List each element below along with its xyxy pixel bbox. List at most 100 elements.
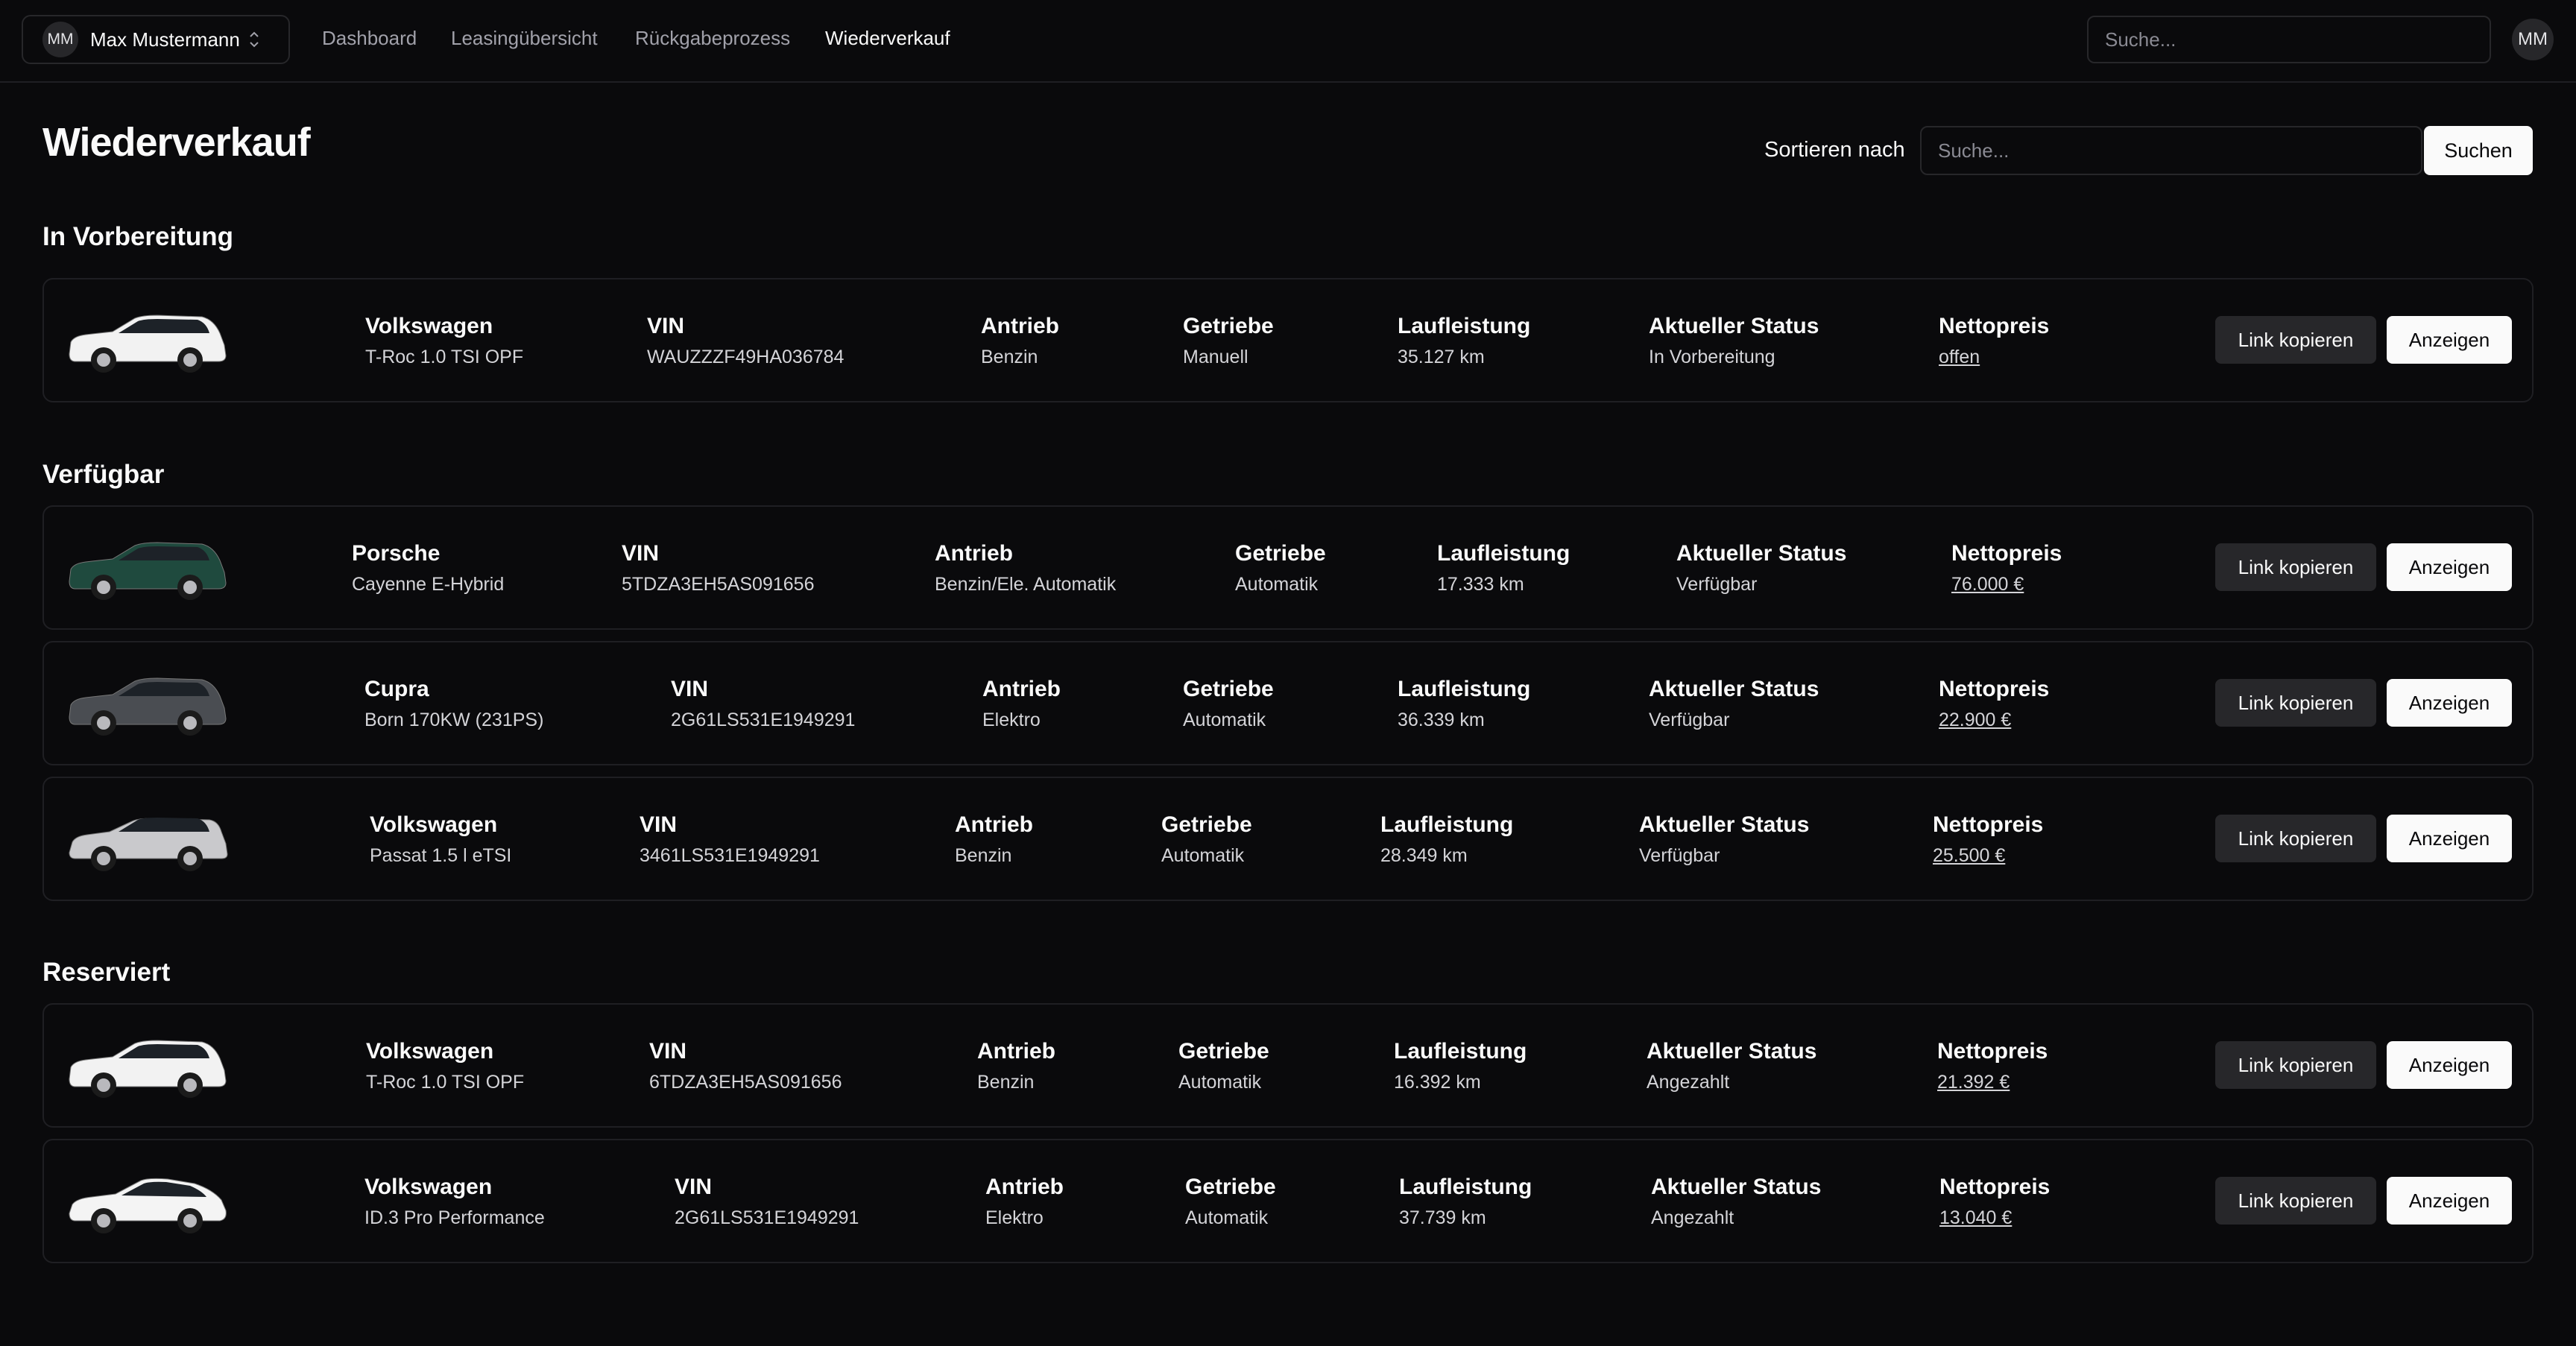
drive-value: Benzin/Ele. Automatik: [935, 574, 1117, 595]
vin-label: VIN: [622, 541, 660, 566]
section-title-verfugbar: Verfügbar: [42, 460, 165, 489]
vehicle-name-label: Volkswagen: [370, 812, 498, 837]
price-value[interactable]: 76.000 €: [1951, 574, 2062, 595]
price-label: Nettopreis: [1933, 812, 2044, 837]
vehicle-name-field: Porsche Cayenne E-Hybrid: [352, 541, 504, 595]
vehicle-name-value: T-Roc 1.0 TSI OPF: [366, 1072, 525, 1093]
gearbox-field: Getriebe Manuell: [1183, 314, 1274, 368]
drive-label: Antrieb: [977, 1039, 1055, 1064]
show-button[interactable]: Anzeigen: [2387, 316, 2512, 364]
drive-label: Antrieb: [935, 541, 1013, 566]
car-image: [63, 303, 233, 378]
vin-field: VIN 3461LS531E1949291: [640, 812, 820, 867]
vin-label: VIN: [675, 1175, 713, 1199]
status-label: Aktueller Status: [1651, 1175, 1822, 1199]
sort-search-input[interactable]: [1920, 126, 2422, 175]
vehicle-name-field: Volkswagen Passat 1.5 l eTSI: [370, 812, 511, 867]
section-title-reserviert: Reserviert: [42, 958, 171, 987]
price-field: Nettopreis 22.900 €: [1939, 677, 2049, 731]
drive-label: Antrieb: [982, 677, 1061, 701]
gearbox-field: Getriebe Automatik: [1161, 812, 1252, 867]
nav-link-dashboard[interactable]: Dashboard: [322, 27, 417, 50]
mileage-label: Laufleistung: [1398, 314, 1531, 338]
mileage-value: 37.739 km: [1399, 1207, 1486, 1228]
user-avatar[interactable]: MM: [2512, 19, 2554, 60]
mileage-field: Laufleistung 35.127 km: [1398, 314, 1530, 368]
show-button[interactable]: Anzeigen: [2387, 1177, 2512, 1225]
drive-value: Benzin: [977, 1072, 1035, 1093]
vehicle-name-field: Cupra Born 170KW (231PS): [364, 677, 543, 731]
drive-field: Antrieb Benzin/Ele. Automatik: [935, 541, 1116, 595]
vehicle-card: Volkswagen T-Roc 1.0 TSI OPF VIN 6TDZA3EH5A…: [42, 1003, 2534, 1128]
mileage-field: Laufleistung 37.739 km: [1399, 1175, 1532, 1229]
copy-link-button[interactable]: Link kopieren: [2215, 316, 2376, 364]
vehicle-name-field: Volkswagen ID.3 Pro Performance: [364, 1175, 545, 1229]
nav-link-ruckgabeprozess[interactable]: Rückgabeprozess: [635, 27, 790, 50]
vehicle-card: Volkswagen T-Roc 1.0 TSI OPF VIN WAUZZZF49H…: [42, 278, 2534, 402]
price-label: Nettopreis: [1939, 1175, 2051, 1199]
price-value[interactable]: 22.900 €: [1939, 710, 2049, 731]
status-field: Aktueller Status Verfügbar: [1639, 812, 1809, 867]
gearbox-value: Manuell: [1183, 347, 1248, 367]
status-value: Angezahlt: [1651, 1207, 1734, 1228]
vehicle-name-value: Cayenne E-Hybrid: [352, 574, 505, 595]
search-button[interactable]: Suchen: [2424, 126, 2533, 175]
mileage-value: 36.339 km: [1398, 710, 1485, 730]
vin-value: 5TDZA3EH5AS091656: [622, 574, 815, 595]
car-image: [63, 1164, 233, 1239]
drive-value: Elektro: [985, 1207, 1044, 1228]
show-button[interactable]: Anzeigen: [2387, 1041, 2512, 1089]
drive-value: Benzin: [981, 347, 1038, 367]
copy-link-button[interactable]: Link kopieren: [2215, 1041, 2376, 1089]
status-label: Aktueller Status: [1649, 677, 1819, 701]
nav-link-leasingubersicht[interactable]: Leasingübersicht: [451, 27, 598, 50]
vin-value: 3461LS531E1949291: [640, 845, 820, 866]
gearbox-field: Getriebe Automatik: [1178, 1039, 1269, 1093]
mileage-value: 28.349 km: [1380, 845, 1468, 866]
vin-field: VIN 2G61LS531E1949291: [671, 677, 855, 731]
status-field: Aktueller Status Angezahlt: [1651, 1175, 1821, 1229]
vin-value: 6TDZA3EH5AS091656: [649, 1072, 842, 1093]
vin-label: VIN: [640, 812, 678, 837]
copy-link-button[interactable]: Link kopieren: [2215, 1177, 2376, 1225]
vehicle-card: Porsche Cayenne E-Hybrid VIN 5TDZA3EH5AS091…: [42, 505, 2534, 630]
gearbox-value: Automatik: [1161, 845, 1245, 866]
vin-value: WAUZZZF49HA036784: [647, 347, 845, 367]
price-value[interactable]: 13.040 €: [1939, 1207, 2050, 1229]
show-button[interactable]: Anzeigen: [2387, 543, 2512, 591]
copy-link-button[interactable]: Link kopieren: [2215, 679, 2376, 727]
vehicle-name-value: ID.3 Pro Performance: [364, 1207, 545, 1228]
account-switcher[interactable]: MM Max Mustermann: [22, 15, 290, 64]
vehicle-name-value: T-Roc 1.0 TSI OPF: [365, 347, 524, 367]
nav-link-wiederverkauf[interactable]: Wiederverkauf: [825, 27, 950, 50]
price-value[interactable]: 21.392 €: [1937, 1072, 2048, 1093]
drive-field: Antrieb Elektro: [982, 677, 1061, 731]
price-label: Nettopreis: [1939, 677, 2050, 701]
gearbox-label: Getriebe: [1161, 812, 1252, 837]
car-image: [63, 1029, 233, 1103]
global-search-input[interactable]: [2087, 16, 2491, 63]
status-label: Aktueller Status: [1676, 541, 1847, 566]
page-title: Wiederverkauf: [42, 120, 311, 165]
copy-link-button[interactable]: Link kopieren: [2215, 543, 2376, 591]
show-button[interactable]: Anzeigen: [2387, 679, 2512, 727]
status-value: Verfügbar: [1676, 574, 1758, 595]
status-value: Verfügbar: [1649, 710, 1730, 730]
mileage-label: Laufleistung: [1380, 812, 1514, 837]
price-value[interactable]: offen: [1939, 347, 2049, 368]
section-title-in-vorbereitung: In Vorbereitung: [42, 222, 234, 251]
gearbox-value: Automatik: [1183, 710, 1266, 730]
price-value[interactable]: 25.500 €: [1933, 845, 2043, 867]
mileage-label: Laufleistung: [1398, 677, 1531, 701]
status-value: Verfügbar: [1639, 845, 1720, 866]
status-field: Aktueller Status In Vorbereitung: [1649, 314, 1819, 368]
show-button[interactable]: Anzeigen: [2387, 815, 2512, 862]
mileage-field: Laufleistung 36.339 km: [1398, 677, 1530, 731]
copy-link-button[interactable]: Link kopieren: [2215, 815, 2376, 862]
price-field: Nettopreis 76.000 €: [1951, 541, 2062, 595]
vin-value: 2G61LS531E1949291: [671, 710, 856, 730]
drive-value: Elektro: [982, 710, 1041, 730]
mileage-field: Laufleistung 17.333 km: [1437, 541, 1570, 595]
gearbox-label: Getriebe: [1178, 1039, 1269, 1064]
vehicle-name-value: Born 170KW (231PS): [364, 710, 544, 730]
